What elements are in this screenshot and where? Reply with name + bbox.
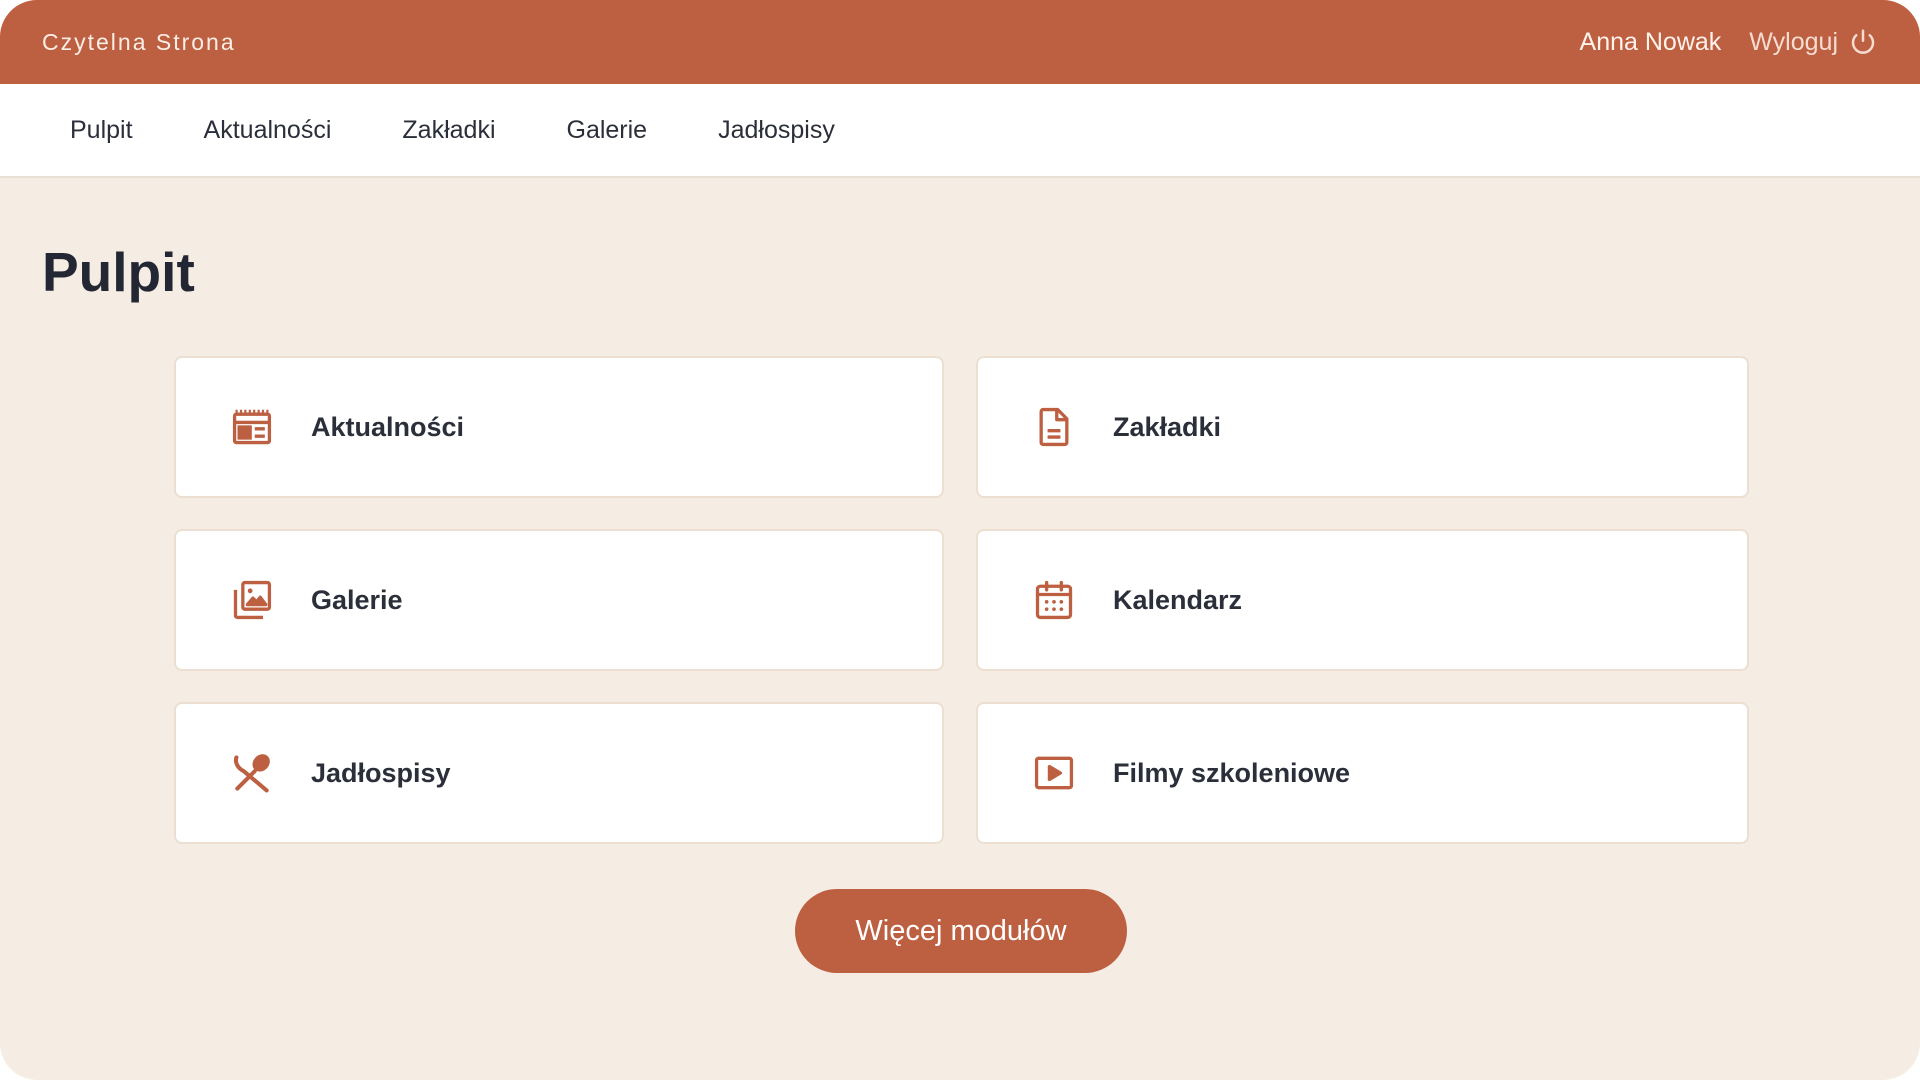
module-label: Kalendarz: [1113, 584, 1243, 615]
site-brand[interactable]: Czytelna Strona: [42, 29, 236, 56]
module-card-kalendarz[interactable]: Kalendarz: [976, 529, 1749, 671]
power-icon: [1851, 29, 1875, 54]
calendar-icon: [1032, 578, 1076, 622]
nav-item-galerie[interactable]: Galerie: [567, 116, 648, 145]
nav-item-jadlospisy[interactable]: Jadłospisy: [718, 116, 835, 145]
main-nav: Pulpit Aktualności Zakładki Galerie Jadł…: [0, 84, 1920, 178]
module-label: Galerie: [311, 584, 403, 615]
more-modules-button[interactable]: Więcej modułów: [795, 889, 1127, 973]
utensils-icon: [230, 751, 274, 795]
module-card-jadlospisy[interactable]: Jadłospisy: [174, 702, 944, 844]
module-grid: Aktualności Zakładki Galerie Kalendarz J…: [174, 356, 1749, 844]
module-label: Jadłospisy: [311, 757, 451, 788]
module-label: Filmy szkoleniowe: [1113, 757, 1351, 788]
user-area: Anna Nowak Wyloguj: [1580, 27, 1878, 57]
newspaper-icon: [230, 405, 274, 449]
logout-button[interactable]: Wyloguj: [1749, 27, 1878, 57]
nav-item-pulpit[interactable]: Pulpit: [70, 116, 133, 145]
document-icon: [1032, 405, 1076, 449]
module-card-filmy-szkoleniowe[interactable]: Filmy szkoleniowe: [976, 702, 1749, 844]
module-card-aktualnosci[interactable]: Aktualności: [174, 356, 944, 498]
module-label: Aktualności: [311, 411, 465, 442]
user-name[interactable]: Anna Nowak: [1580, 28, 1722, 57]
top-bar: Czytelna Strona Anna Nowak Wyloguj: [0, 0, 1920, 84]
logout-label: Wyloguj: [1749, 27, 1838, 56]
nav-item-zakladki[interactable]: Zakładki: [402, 116, 495, 145]
module-card-galerie[interactable]: Galerie: [174, 529, 944, 671]
app-window: Czytelna Strona Anna Nowak Wyloguj Pulpi…: [0, 0, 1920, 1080]
module-card-zakladki[interactable]: Zakładki: [976, 356, 1749, 498]
page-title: Pulpit: [42, 241, 195, 303]
video-icon: [1032, 751, 1076, 795]
nav-item-aktualnosci[interactable]: Aktualności: [204, 116, 332, 145]
gallery-icon: [230, 578, 274, 622]
module-label: Zakładki: [1113, 411, 1222, 442]
